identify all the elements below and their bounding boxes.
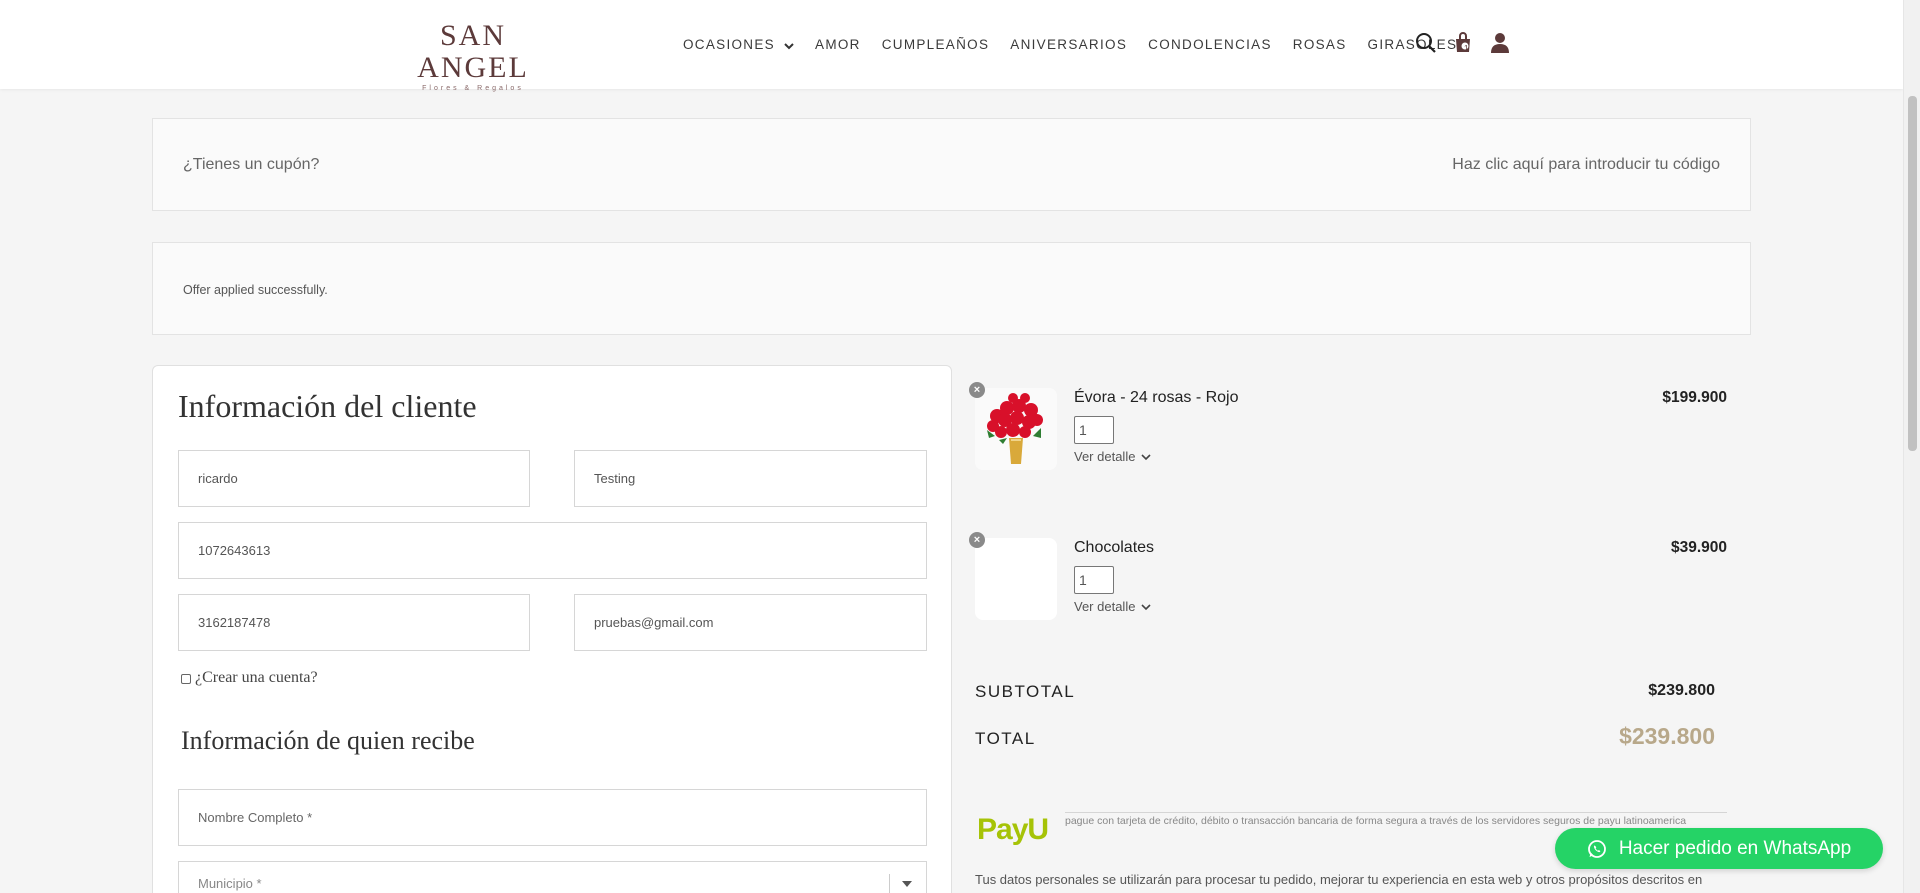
nav-item-rosas[interactable]: ROSAS	[1293, 37, 1347, 52]
nav-item-amor[interactable]: AMOR	[815, 37, 861, 52]
create-account-option[interactable]: ¿Crear una cuenta?	[181, 669, 318, 687]
site-logo[interactable]: SAN ANGEL Flores & Regalos	[388, 19, 558, 93]
select-divider	[889, 874, 890, 893]
site-header: SAN ANGEL Flores & Regalos OCASIONES AMO…	[0, 0, 1903, 93]
first-name-field[interactable]: ricardo	[178, 450, 530, 507]
chevron-down-icon	[784, 38, 794, 53]
logo-main-text: SAN ANGEL	[417, 19, 529, 84]
municipio-select[interactable]: Municipio *	[178, 861, 927, 893]
recipient-name-field[interactable]: Nombre Completo *	[178, 789, 927, 846]
item-price: $39.900	[1670, 539, 1727, 556]
cart-count-badge: 1	[1464, 44, 1469, 53]
whatsapp-order-button[interactable]: Hacer pedido en WhatsApp	[1555, 828, 1883, 869]
whatsapp-button-label: Hacer pedido en WhatsApp	[1618, 837, 1852, 859]
offer-notice: Offer applied successfully.	[152, 242, 1751, 335]
chevron-down-icon	[1141, 453, 1152, 460]
create-account-label: ¿Crear una cuenta?	[195, 669, 318, 686]
cart-icon[interactable]: 1	[1450, 30, 1476, 56]
recipient-info-title: Información de quien recibe	[181, 726, 475, 755]
municipio-placeholder: Municipio *	[198, 876, 262, 891]
view-detail-toggle[interactable]: Ver detalle	[1074, 449, 1152, 464]
offer-message: Offer applied successfully.	[183, 283, 328, 297]
total-label: TOTAL	[975, 729, 1036, 748]
view-detail-toggle[interactable]: Ver detalle	[1074, 599, 1152, 614]
whatsapp-icon	[1587, 839, 1606, 858]
coupon-notice: ¿Tienes un cupón? Haz clic aquí para int…	[152, 118, 1751, 211]
user-icon[interactable]	[1487, 30, 1513, 56]
product-image-roses	[975, 388, 1057, 470]
scrollbar-thumb[interactable]	[1908, 96, 1917, 451]
cart-item: × Évora - 24 rosas - Rojo 1 Ver detalle	[969, 382, 1727, 475]
main-nav: OCASIONES AMOR CUMPLEAÑOS ANIVERSARIOS C…	[683, 37, 1478, 53]
item-price: $199.900	[1662, 389, 1727, 406]
chevron-down-icon	[1141, 603, 1152, 610]
privacy-text: Tus datos personales se utilizarán para …	[975, 872, 1703, 887]
page-scrollbar[interactable]	[1903, 0, 1920, 893]
dropdown-arrow-icon	[902, 881, 912, 887]
logo-sub-text: Flores & Regalos	[422, 85, 524, 92]
phone-field[interactable]: 3162187478	[178, 594, 530, 651]
nav-item-ocasiones[interactable]: OCASIONES	[683, 37, 794, 53]
nav-item-label: OCASIONES	[683, 37, 775, 52]
divider	[1065, 812, 1727, 813]
total-value: $239.800	[1619, 723, 1715, 749]
nav-item-condolencias[interactable]: CONDOLENCIAS	[1148, 37, 1272, 52]
item-name: Évora - 24 rosas - Rojo	[1074, 389, 1239, 406]
create-account-checkbox[interactable]	[181, 674, 191, 684]
view-detail-label: Ver detalle	[1074, 599, 1136, 614]
remove-item-icon[interactable]: ×	[969, 382, 985, 398]
customer-info-title: Información del cliente	[178, 388, 477, 424]
cart-item: × Chocolates 1 Ver detalle $39.900	[969, 532, 1727, 625]
subtotal-value: $239.800	[1648, 682, 1715, 699]
email-field[interactable]: pruebas@gmail.com	[574, 594, 927, 651]
coupon-question: ¿Tienes un cupón?	[183, 156, 320, 173]
quantity-input[interactable]: 1	[1074, 416, 1114, 444]
nav-item-aniversarios[interactable]: ANIVERSARIOS	[1010, 37, 1127, 52]
document-field[interactable]: 1072643613	[178, 522, 927, 579]
product-image-chocolates	[975, 538, 1057, 620]
coupon-link[interactable]: Haz clic aquí para introducir tu código	[1452, 156, 1720, 174]
view-detail-label: Ver detalle	[1074, 449, 1136, 464]
last-name-field[interactable]: Testing	[574, 450, 927, 507]
remove-item-icon[interactable]: ×	[969, 532, 985, 548]
nav-item-cumpleanos[interactable]: CUMPLEAÑOS	[882, 37, 990, 52]
item-name: Chocolates	[1074, 539, 1155, 556]
header-icons: 1	[1413, 30, 1524, 56]
subtotal-label: SUBTOTAL	[975, 682, 1076, 701]
quantity-input[interactable]: 1	[1074, 566, 1114, 594]
payu-logo: PayU	[977, 813, 1049, 846]
customer-form: Información del cliente ricardo Testing …	[152, 365, 952, 893]
payu-description: pague con tarjeta de crédito, débito o t…	[1065, 815, 1687, 827]
search-icon[interactable]	[1413, 30, 1439, 56]
